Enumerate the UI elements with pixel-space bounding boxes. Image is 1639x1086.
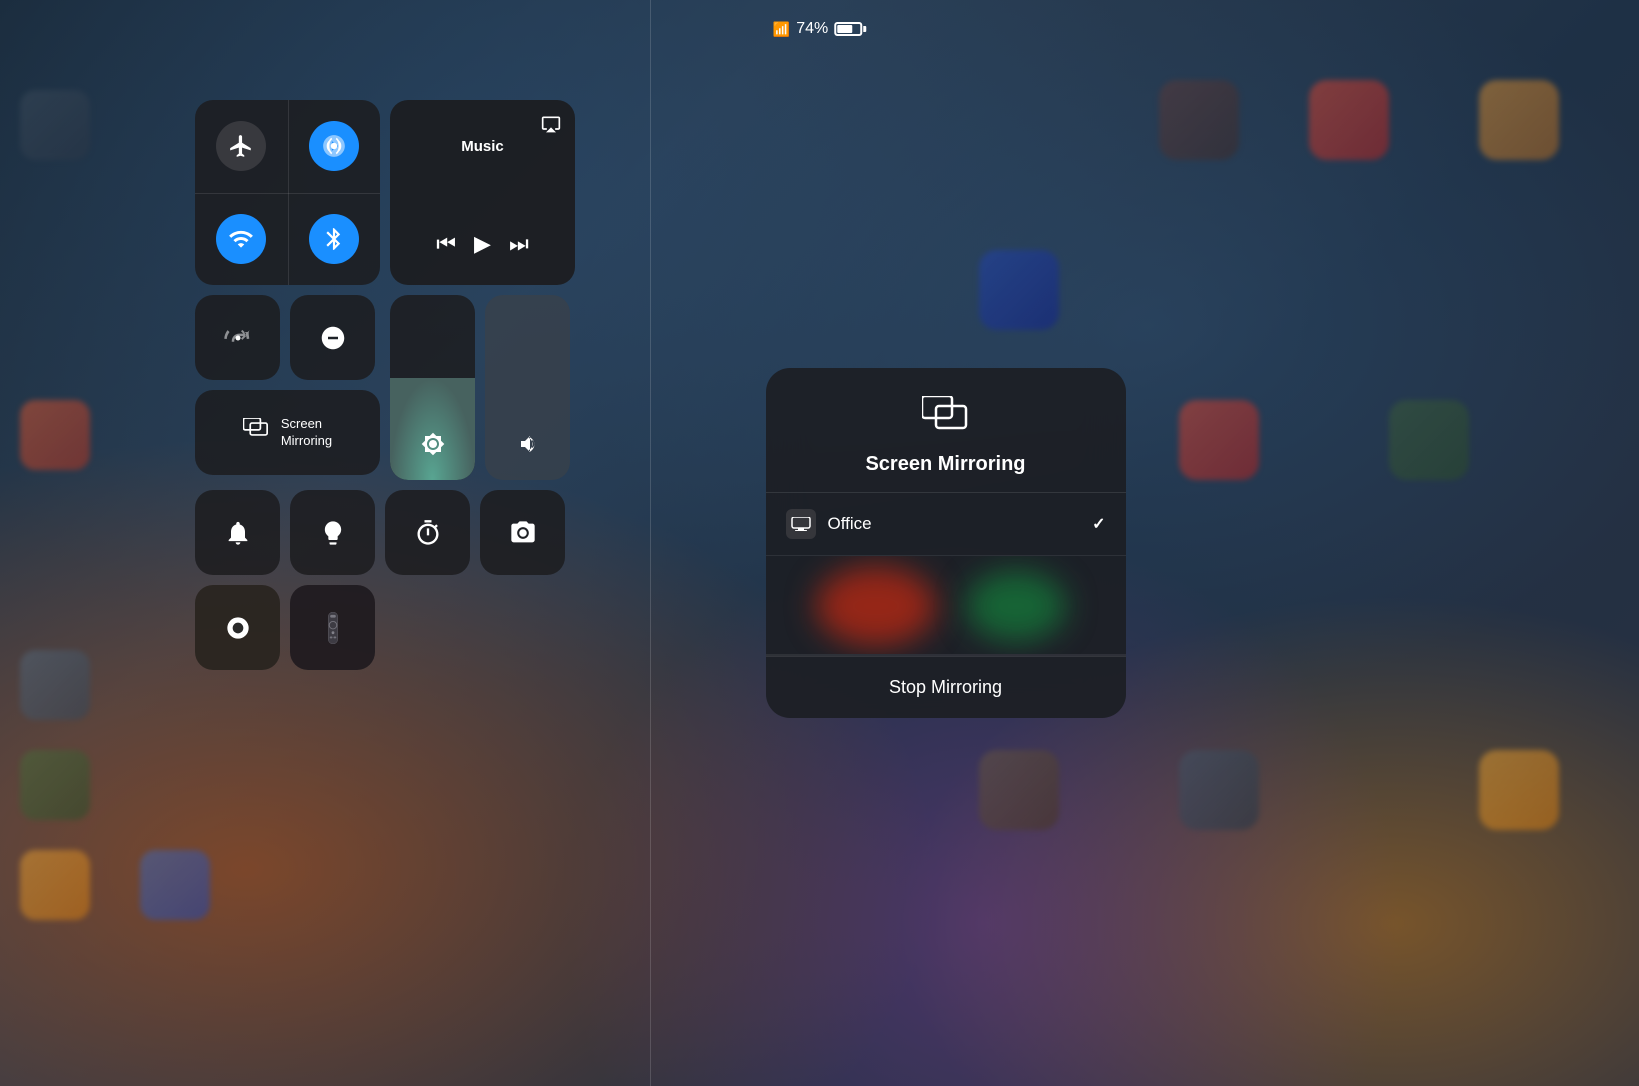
screen-mirroring-button[interactable]: ScreenMirroring: [195, 390, 380, 475]
wifi-button[interactable]: [195, 193, 288, 286]
top-row: Music ⏮ ▶ ⏭: [195, 100, 585, 285]
brightness-icon: [421, 432, 445, 462]
music-tile[interactable]: Music ⏮ ▶ ⏭: [390, 100, 575, 285]
second-row: ScreenMirroring: [195, 295, 585, 480]
prev-track-button[interactable]: ⏮: [436, 231, 456, 257]
airdrop-icon: [309, 121, 359, 171]
battery-percentage: 74%: [796, 20, 828, 38]
timer-button[interactable]: [385, 490, 470, 575]
camera-button[interactable]: [480, 490, 565, 575]
screen-record-button[interactable]: [195, 585, 280, 670]
wifi-icon: [216, 214, 266, 264]
bluetooth-icon: [309, 214, 359, 264]
panel-divider: [650, 0, 651, 1086]
color-patch-green: [966, 571, 1066, 641]
screen-mirror-icon: [243, 418, 271, 447]
device-row-office[interactable]: Office ✓: [766, 492, 1126, 555]
row-2a: [195, 295, 380, 380]
music-title: Music: [408, 138, 557, 155]
airplane-mode-button[interactable]: [195, 100, 288, 193]
color-patch-red: [816, 566, 936, 646]
battery-icon: [834, 22, 866, 36]
left-col: ScreenMirroring: [195, 295, 380, 480]
wifi-status-icon: 📶: [773, 21, 790, 38]
rotation-lock-button[interactable]: [195, 295, 280, 380]
music-controls: ⏮ ▶ ⏭: [408, 231, 557, 257]
bottom-row: [195, 585, 585, 670]
utility-row: [195, 490, 585, 575]
volume-icon: [516, 432, 540, 462]
mirrored-content-preview: [766, 555, 1126, 655]
connectivity-tile[interactable]: [195, 100, 380, 285]
airplane-icon: [216, 121, 266, 171]
screen-mirroring-panel: Screen Mirroring Office ✓ Stop Mirroring: [766, 368, 1126, 718]
brightness-slider[interactable]: [390, 295, 475, 480]
bluetooth-button[interactable]: [288, 193, 381, 286]
mirroring-panel-icon: [922, 396, 970, 443]
do-not-disturb-button[interactable]: [290, 295, 375, 380]
stop-mirroring-button[interactable]: Stop Mirroring: [766, 656, 1126, 718]
mirroring-devices: Office ✓: [766, 492, 1126, 656]
airplay-music-icon[interactable]: [541, 114, 561, 139]
mirroring-header: Screen Mirroring: [766, 368, 1126, 492]
mirroring-title: Screen Mirroring: [865, 453, 1025, 476]
play-pause-button[interactable]: ▶: [474, 231, 491, 257]
control-center: Music ⏮ ▶ ⏭: [195, 100, 585, 670]
device-name-office: Office: [828, 514, 1081, 534]
volume-slider[interactable]: [485, 295, 570, 480]
next-track-button[interactable]: ⏭: [509, 231, 529, 257]
focus-button[interactable]: [195, 490, 280, 575]
apple-tv-remote-button[interactable]: [290, 585, 375, 670]
screen-mirror-label: ScreenMirroring: [281, 416, 332, 450]
status-bar: 📶 74%: [773, 20, 866, 38]
airdrop-button[interactable]: [288, 100, 381, 193]
apple-tv-icon: [786, 509, 816, 539]
selected-checkmark: ✓: [1092, 514, 1105, 534]
flashlight-button[interactable]: [290, 490, 375, 575]
